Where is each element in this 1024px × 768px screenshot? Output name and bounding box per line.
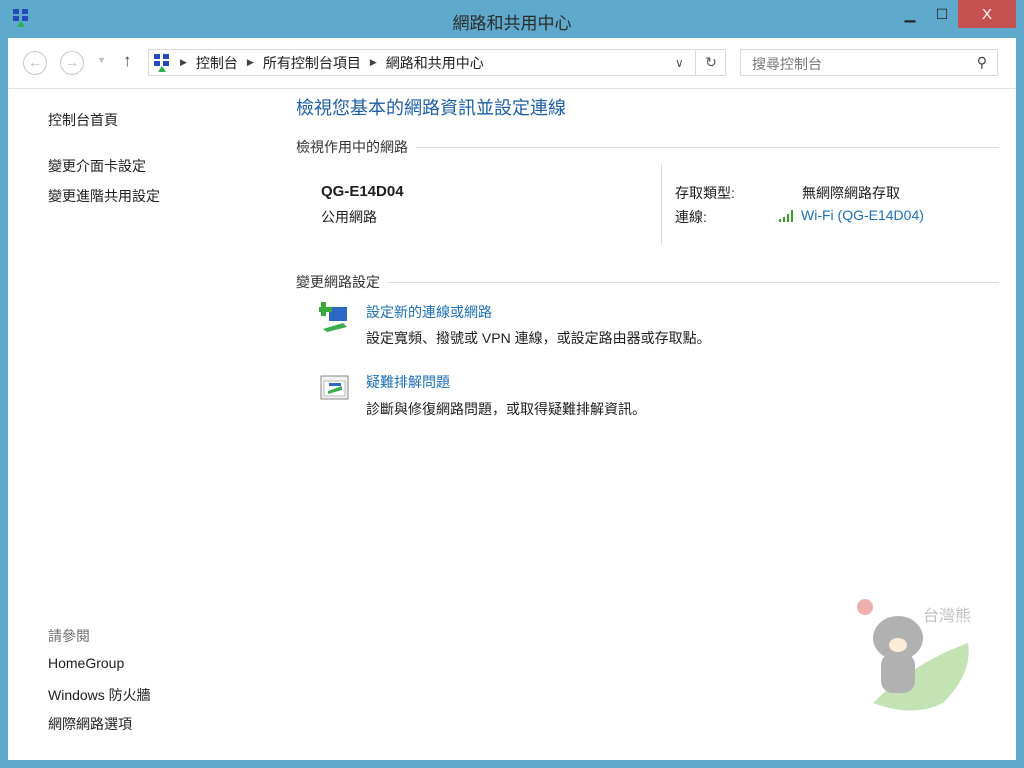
breadcrumb-all-items[interactable]: 所有控制台項目 [263,53,361,73]
chevron-down-icon[interactable]: ∨ [675,56,684,70]
access-type-label: 存取類型: [675,185,735,201]
watermark-logo: 台灣熊 [857,599,971,711]
change-settings-header: 變更網路設定 [296,272,999,292]
wifi-connection-link[interactable]: Wi-Fi (QG-E14D04) [801,207,924,223]
chevron-right-icon: ▶ [180,57,187,67]
search-placeholder: 搜尋控制台 [752,56,822,72]
window-client: ← → ▼ ↑ ▶ 控制台 ▶ 所有控制台項目 ▶ 網路和共用中心 ∨ ↻ 搜尋… [8,38,1016,760]
maximize-button[interactable]: ☐ [928,0,956,28]
chevron-right-icon: ▶ [246,57,254,67]
see-also-label: 請參閱 [48,628,90,644]
network-name: QG-E14D04 [321,183,404,200]
back-button[interactable]: ← [23,51,47,75]
troubleshoot-icon [320,375,349,400]
network-type-link[interactable]: 公用網路 [321,207,377,227]
recent-pages-dropdown[interactable]: ▼ [97,55,106,65]
sidebar-advanced-sharing[interactable]: 變更進階共用設定 [48,186,160,206]
breadcrumb-network-center[interactable]: 網路和共用中心 [386,53,484,73]
breadcrumb-control-panel[interactable]: 控制台 [196,53,238,73]
forward-button[interactable]: → [60,51,84,75]
window-title: 網路和共用中心 [452,14,572,33]
search-icon[interactable]: ⚲ [977,54,987,71]
svg-text:台灣熊: 台灣熊 [923,606,971,625]
section-title: 檢視作用中的網路 [296,139,408,155]
navigation-bar: ← → ▼ ↑ ▶ 控制台 ▶ 所有控制台項目 ▶ 網路和共用中心 ∨ ↻ 搜尋… [8,38,1016,89]
task-new-connection-link[interactable]: 設定新的連線或網路 [366,302,492,322]
connection-label: 連線: [675,209,707,225]
link-internet-options[interactable]: 網際網路選項 [48,714,132,734]
address-bar[interactable]: ▶ 控制台 ▶ 所有控制台項目 ▶ 網路和共用中心 ∨ ↻ [148,49,726,76]
link-homegroup[interactable]: HomeGroup [48,655,124,671]
control-panel-icon [154,53,169,72]
refresh-button[interactable]: ↻ [695,50,726,75]
sidebar-adapter-settings[interactable]: 變更介面卡設定 [48,156,146,176]
title-bar: 網路和共用中心 ▁ ☐ X [0,0,1024,38]
task-troubleshoot-link[interactable]: 疑難排解問題 [366,372,450,392]
close-button[interactable]: X [958,0,1016,28]
link-windows-firewall[interactable]: Windows 防火牆 [48,685,151,705]
search-input[interactable]: 搜尋控制台 ⚲ [740,49,998,76]
up-button[interactable]: ↑ [123,51,132,71]
active-networks-header: 檢視作用中的網路 [296,137,999,157]
minimize-button[interactable]: ▁ [892,0,928,28]
access-type-value: 無網際網路存取 [802,185,900,201]
task-troubleshoot-desc: 診斷與修復網路問題，或取得疑難排解資訊。 [366,401,646,417]
divider [661,164,662,245]
task-new-connection-desc: 設定寬頻、撥號或 VPN 連線，或設定路由器或存取點。 [366,330,711,346]
chevron-right-icon: ▶ [369,57,377,67]
wifi-signal-icon [779,210,793,222]
new-connection-icon [319,302,347,332]
page-title: 檢視您基本的網路資訊並設定連線 [296,98,566,118]
section-title: 變更網路設定 [296,274,380,290]
sidebar-control-panel-home[interactable]: 控制台首頁 [48,110,118,130]
